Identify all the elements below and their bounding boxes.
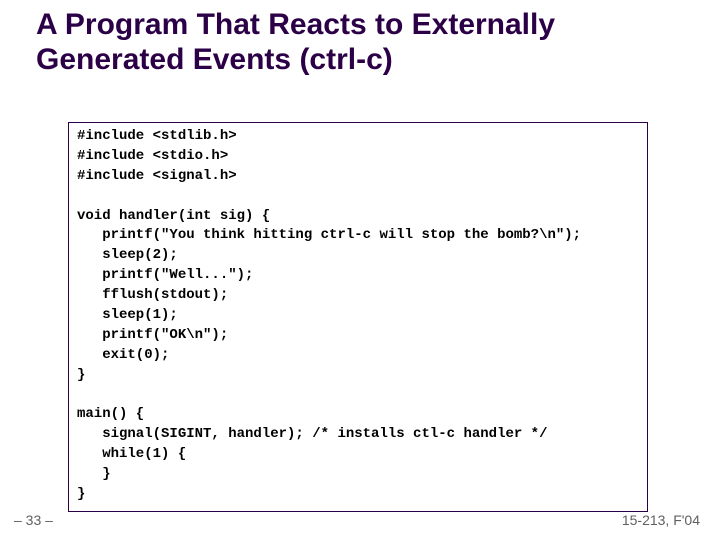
course-label: 15-213, F'04 [622, 512, 700, 528]
code-box: #include <stdlib.h> #include <stdio.h> #… [68, 122, 648, 512]
code-listing: #include <stdlib.h> #include <stdio.h> #… [77, 127, 639, 505]
slide: A Program That Reacts to Externally Gene… [0, 0, 720, 540]
page-number: – 33 – [14, 512, 53, 528]
slide-title: A Program That Reacts to Externally Gene… [36, 8, 696, 77]
